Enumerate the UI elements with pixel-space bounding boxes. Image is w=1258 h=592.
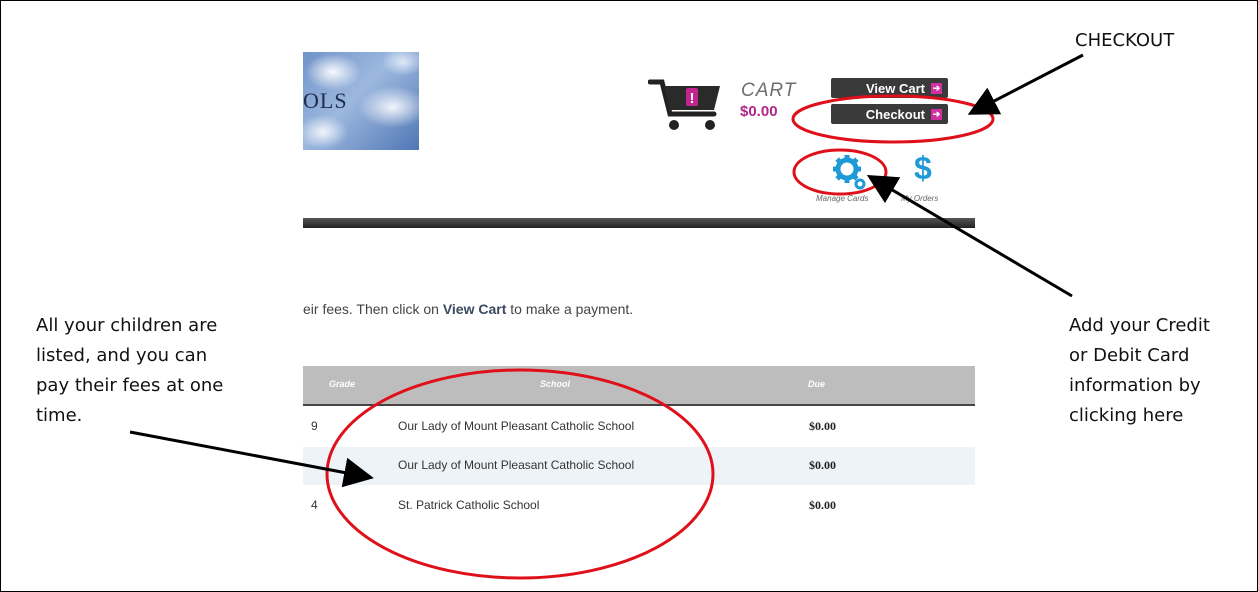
children-annotation-line: pay their fees at one xyxy=(36,375,224,396)
column-header-due[interactable]: Due xyxy=(808,379,825,389)
column-header-school[interactable]: School xyxy=(540,379,570,389)
arrow-right-icon: ➔ xyxy=(931,82,942,94)
grade-cell: 4 xyxy=(311,498,318,512)
cart-total: $0.00 xyxy=(740,103,778,120)
instruction-prefix: eir fees. Then click on xyxy=(303,301,443,317)
checkout-label: Checkout xyxy=(865,106,925,122)
view-cart-button[interactable]: View Cart ➔ xyxy=(831,78,948,98)
dollar-icon[interactable]: $ xyxy=(914,150,932,187)
my-orders-label[interactable]: My Orders xyxy=(901,194,938,203)
table-row[interactable]: 4 St. Patrick Catholic School $0.00 xyxy=(303,487,975,525)
column-header-grade[interactable]: Grade xyxy=(329,379,355,389)
checkout-button[interactable]: Checkout ➔ xyxy=(831,104,948,124)
fees-table-header: Grade School Due xyxy=(303,366,975,406)
school-cell: Our Lady of Mount Pleasant Catholic Scho… xyxy=(398,419,635,433)
instruction-text: eir fees. Then click on View Cart to mak… xyxy=(303,301,633,317)
children-annotation-line: time. xyxy=(36,405,83,426)
due-cell: $0.00 xyxy=(809,458,836,472)
view-cart-link[interactable]: View Cart xyxy=(443,301,507,317)
school-cell: Our Lady of Mount Pleasant Catholic Scho… xyxy=(398,458,635,472)
svg-text:!: ! xyxy=(690,90,695,107)
cart-icon[interactable]: ! xyxy=(648,76,724,134)
children-annotation-line: All your children are xyxy=(36,315,218,336)
checkout-annotation: CHECKOUT xyxy=(1075,30,1175,51)
logo-text: OLS xyxy=(303,88,348,113)
view-cart-label: View Cart xyxy=(865,80,925,96)
card-annotation-line: or Debit Card xyxy=(1069,345,1190,366)
header-divider xyxy=(303,218,975,228)
card-annotation: Add your Credit or Debit Card informatio… xyxy=(1069,311,1210,431)
gear-icon[interactable] xyxy=(833,155,867,191)
table-row[interactable]: Our Lady of Mount Pleasant Catholic Scho… xyxy=(303,447,975,485)
grade-cell: 9 xyxy=(311,419,318,433)
due-cell: $0.00 xyxy=(809,419,836,433)
due-cell: $0.00 xyxy=(809,498,836,512)
table-row[interactable]: 9 Our Lady of Mount Pleasant Catholic Sc… xyxy=(303,408,975,446)
card-annotation-line: Add your Credit xyxy=(1069,315,1210,336)
card-annotation-line: clicking here xyxy=(1069,405,1184,426)
cart-label: CART xyxy=(741,80,797,101)
children-annotation: All your children are listed, and you ca… xyxy=(36,311,223,431)
children-annotation-line: listed, and you can xyxy=(36,345,208,366)
card-annotation-line: information by xyxy=(1069,375,1201,396)
school-cell: St. Patrick Catholic School xyxy=(398,498,540,512)
arrow-right-icon: ➔ xyxy=(931,108,942,120)
instruction-suffix: to make a payment. xyxy=(506,301,634,317)
manage-cards-label[interactable]: Manage Cards xyxy=(816,194,868,203)
